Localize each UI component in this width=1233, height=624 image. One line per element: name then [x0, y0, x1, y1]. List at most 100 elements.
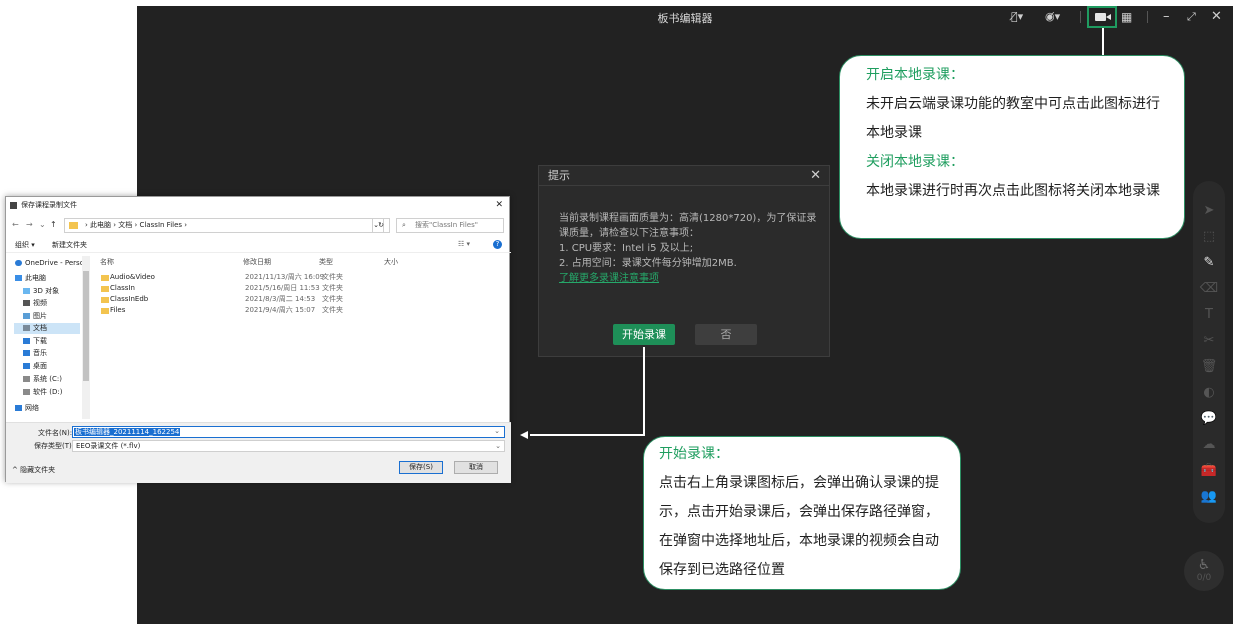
restore-icon[interactable]: ⤢	[1187, 9, 1196, 25]
record-prompt-dialog: 提示 ✕ 当前录制课程画面质量为：高清(1280*720)，为了保证录课质量，请…	[538, 165, 830, 357]
tree-item-downloads[interactable]: 下载	[23, 336, 47, 347]
help-icon[interactable]: ?	[493, 240, 502, 249]
start-record-text: 点击右上角录课图标后，会弹出确认录课的提示，点击开始录课后，会弹出保存路径弹窗，…	[659, 475, 939, 578]
pointer-icon[interactable]: ➤	[1193, 203, 1225, 218]
start-recording-button[interactable]: 开始录课	[613, 324, 675, 345]
drive-icon	[23, 389, 30, 395]
file-row[interactable]: ClassIn 2021/5/16/周日 11:53 文件夹	[96, 283, 509, 294]
tree-item-network[interactable]: 网络	[15, 403, 39, 414]
prompt-header: 提示 ✕	[539, 166, 829, 186]
picture-icon	[23, 313, 30, 319]
callout-connector	[1102, 28, 1104, 56]
filetype-select[interactable]: EEO录课文件 (*.flv) ⌄	[72, 440, 505, 452]
tree-item-documents[interactable]: 文档	[14, 323, 80, 334]
tree-item-this-pc[interactable]: 此电脑	[15, 273, 46, 284]
chevron-down-icon[interactable]: ⌄	[39, 220, 46, 229]
tree-item-drive-d[interactable]: 软件 (D:)	[23, 387, 62, 398]
address-bar-row: ← → ⌄ ↑ › 此电脑 › 文档 › ClassIn Files › ⌄ ↻…	[6, 217, 511, 234]
new-folder-button[interactable]: 新建文件夹	[52, 240, 87, 250]
mic-off-icon[interactable]: 🎙̸▾	[1011, 9, 1023, 25]
desktop-icon	[23, 363, 30, 369]
computer-icon	[15, 275, 22, 281]
tree-item-pictures[interactable]: 图片	[23, 311, 47, 322]
eraser-icon[interactable]: ⌫	[1193, 281, 1225, 296]
file-row[interactable]: Audio&Video 2021/11/13/周六 16:09 文件夹	[96, 272, 509, 283]
scrollbar-thumb[interactable]	[83, 271, 89, 381]
cube-icon	[23, 288, 30, 294]
prompt-line-space: 2. 占用空间：录课文件每分钟增加2MB.	[559, 258, 737, 269]
chat-icon[interactable]: 💬	[1193, 411, 1225, 426]
drive-icon	[23, 376, 30, 382]
chevron-down-icon[interactable]: ⌄	[493, 427, 501, 435]
cloud-icon	[15, 260, 22, 266]
organize-button[interactable]: 组织 ▾	[15, 240, 35, 250]
tree-item-onedrive[interactable]: OneDrive - Perso	[15, 258, 84, 269]
callout-connector	[643, 347, 645, 436]
close-icon[interactable]: ✕	[1211, 9, 1222, 25]
select-icon[interactable]: ⬚	[1193, 229, 1225, 244]
arrow-head	[520, 431, 528, 439]
column-size[interactable]: 大小	[384, 257, 398, 267]
close-local-text: 本地录课进行时再次点击此图标将关闭本地录课	[866, 183, 1160, 199]
tree-item-desktop[interactable]: 桌面	[23, 361, 47, 372]
decline-button[interactable]: 否	[695, 324, 757, 345]
file-list: 名称 修改日期 类型 大小 Audio&Video 2021/11/13/周六 …	[96, 256, 509, 419]
folder-icon	[101, 286, 109, 292]
hide-folders-toggle[interactable]: ^ 隐藏文件夹	[12, 465, 55, 475]
file-row[interactable]: Files 2021/9/4/周六 15:07 文件夹	[96, 305, 509, 316]
up-icon[interactable]: ↑	[50, 220, 57, 229]
seat-button[interactable]: ♿ 0/0	[1184, 551, 1224, 591]
search-icon: ⌕	[402, 221, 406, 229]
tree-item-videos[interactable]: 视频	[23, 298, 47, 309]
view-options-icon[interactable]: ☷ ▾	[458, 240, 470, 248]
tree-item-3d-objects[interactable]: 3D 对象	[23, 286, 59, 297]
learn-more-link[interactable]: 了解更多录课注意事项	[559, 271, 821, 286]
grid-layout-icon[interactable]: ▦	[1121, 9, 1132, 25]
filename-value: 板书编辑器_20211114_162254	[74, 428, 181, 436]
scissors-icon[interactable]: ✂	[1193, 333, 1225, 348]
file-list-header: 名称 修改日期 类型 大小	[96, 256, 509, 268]
search-placeholder: 搜索"ClassIn Files"	[415, 221, 478, 229]
save-button[interactable]: 保存(S)	[399, 461, 443, 474]
chevron-down-icon[interactable]: ⌄	[495, 441, 501, 451]
column-type[interactable]: 类型	[319, 257, 333, 267]
video-record-icon[interactable]	[1095, 13, 1111, 21]
close-icon[interactable]: ✕	[810, 166, 821, 186]
file-row[interactable]: ClassInEdb 2021/8/3/周二 14:53 文件夹	[96, 294, 509, 305]
minimize-icon[interactable]: –	[1163, 9, 1170, 25]
breadcrumb-this-pc[interactable]: 此电脑	[90, 221, 111, 229]
navigation-pane: OneDrive - Perso 此电脑 3D 对象 视频 图片 文档 下载 音…	[6, 256, 92, 419]
users-icon[interactable]: 👥	[1193, 489, 1225, 504]
search-input[interactable]: ⌕ 搜索"ClassIn Files"	[396, 218, 504, 233]
filename-label: 文件名(N):	[38, 429, 73, 437]
toolbar-divider	[1080, 11, 1081, 23]
close-icon[interactable]: ✕	[495, 197, 503, 214]
start-record-callout: 开始录课： 点击右上角录课图标后，会弹出确认录课的提示，点击开始录课后，会弹出保…	[643, 436, 961, 590]
column-name[interactable]: 名称	[100, 257, 114, 267]
breadcrumb-documents[interactable]: 文档	[118, 221, 132, 229]
address-bar[interactable]: › 此电脑 › 文档 › ClassIn Files › ⌄	[64, 218, 384, 233]
navigation-scrollbar[interactable]	[82, 256, 90, 419]
app-icon	[10, 202, 17, 209]
pen-icon[interactable]: ✎	[1193, 255, 1225, 270]
filename-input[interactable]: 板书编辑器_20211114_162254 ⌄	[72, 426, 505, 438]
camera-off-icon[interactable]: ◉̸▾	[1045, 9, 1060, 25]
network-icon	[15, 405, 22, 411]
trash-icon[interactable]: 🗑	[1193, 359, 1225, 374]
text-icon[interactable]: T	[1193, 307, 1225, 322]
video-icon	[23, 300, 30, 306]
document-icon	[23, 325, 30, 331]
toolbox-icon[interactable]: 🧰	[1193, 463, 1225, 478]
tree-item-music[interactable]: 音乐	[23, 348, 47, 359]
back-icon[interactable]: ←	[12, 220, 19, 229]
forward-icon[interactable]: →	[26, 220, 33, 229]
camera-tool-icon[interactable]: ◐	[1193, 385, 1225, 400]
tree-item-drive-c[interactable]: 系统 (C:)	[23, 374, 62, 385]
refresh-icon[interactable]: ↻	[372, 218, 390, 233]
column-modified[interactable]: 修改日期	[243, 257, 271, 267]
cancel-button[interactable]: 取消	[454, 461, 498, 474]
folder-icon	[101, 275, 109, 281]
breadcrumb-classin-files[interactable]: ClassIn Files	[140, 221, 183, 229]
local-record-highlight[interactable]	[1087, 6, 1117, 28]
cloud-icon[interactable]: ☁	[1193, 437, 1225, 452]
